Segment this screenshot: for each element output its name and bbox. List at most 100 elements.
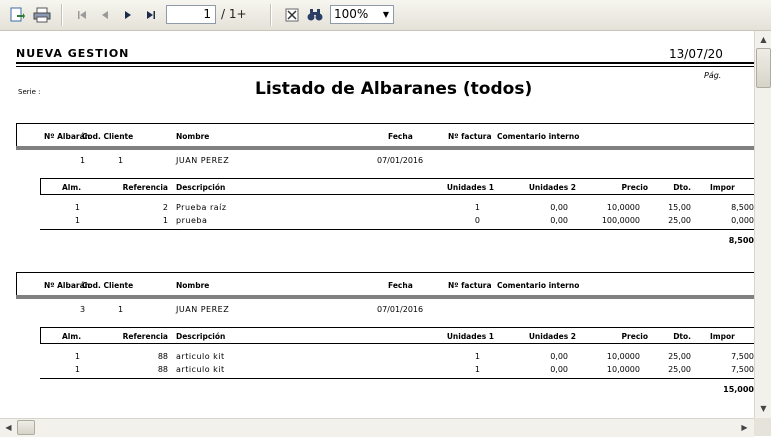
- header-bar: [16, 295, 754, 299]
- line-price: 10,0000: [606, 365, 640, 374]
- zoom-select[interactable]: 100% ▼: [330, 5, 394, 24]
- line-col-label: Impor: [710, 332, 735, 341]
- line-units2: 0,00: [550, 203, 568, 212]
- line-col-label: Dto.: [673, 183, 691, 192]
- export-icon[interactable]: [8, 6, 26, 24]
- line-units1: 1: [474, 365, 480, 374]
- report-page: NUEVA GESTION 13/07/20 Pág. Serie : List…: [0, 31, 754, 418]
- chevron-down-icon[interactable]: ▼: [379, 6, 393, 23]
- header-col-label: Comentario interno: [497, 132, 580, 141]
- client-code: 1: [118, 156, 124, 165]
- albaran-date: 07/01/2016: [377, 156, 424, 165]
- first-page-icon[interactable]: [73, 6, 91, 24]
- lines-bottom-rule: [40, 378, 754, 379]
- line-col-label: Unidades 2: [528, 183, 576, 192]
- albaran-number: 1: [80, 156, 86, 165]
- header-col-label: Nombre: [176, 132, 210, 141]
- vertical-scrollbar[interactable]: ▲ ▼: [754, 31, 771, 418]
- previous-page-icon[interactable]: [96, 6, 114, 24]
- line-col-label: Descripción: [176, 183, 226, 192]
- line-ref: 1: [162, 216, 168, 225]
- line-ref: 2: [162, 203, 168, 212]
- albaran-number: 3: [80, 305, 86, 314]
- header-left-rule: [16, 123, 17, 147]
- line-col-label: Referencia: [122, 332, 168, 341]
- lines-bottom-rule: [40, 229, 754, 230]
- albaran-total: 15,000: [723, 385, 754, 394]
- line-units2: 0,00: [550, 216, 568, 225]
- line-col-label: Unidades 2: [528, 332, 576, 341]
- horizontal-scrollbar[interactable]: ◀ ▶: [0, 418, 754, 437]
- header-col-label: Nº factura: [448, 132, 492, 141]
- client-name: JUAN PEREZ: [176, 156, 230, 165]
- scroll-right-icon[interactable]: ▶: [737, 420, 752, 435]
- line-alm: 1: [74, 352, 80, 361]
- next-page-icon[interactable]: [119, 6, 137, 24]
- page-total: / 1+: [221, 7, 247, 21]
- zoom-value: 100%: [334, 7, 369, 21]
- line-amount: 7,500: [731, 365, 754, 374]
- binoculars-icon[interactable]: [306, 6, 324, 24]
- line-alm: 1: [74, 365, 80, 374]
- header-rule: [16, 272, 754, 273]
- horizontal-scroll-thumb[interactable]: [17, 420, 35, 435]
- toolbar: 1 / 1+ 100% ▼: [0, 0, 771, 31]
- header-col-label: Cod. Cliente: [82, 281, 134, 290]
- line-col-label: Dto.: [673, 332, 691, 341]
- client-name: JUAN PEREZ: [176, 305, 230, 314]
- lines-top-rule: [40, 327, 754, 328]
- line-discount: 25,00: [668, 352, 691, 361]
- close-report-icon[interactable]: [283, 6, 301, 24]
- line-units2: 0,00: [550, 365, 568, 374]
- line-col-label: Unidades 1: [446, 332, 494, 341]
- header-col-label: Nombre: [176, 281, 210, 290]
- header-col-label: Comentario interno: [497, 281, 580, 290]
- scroll-up-icon[interactable]: ▲: [756, 32, 771, 47]
- line-discount: 25,00: [668, 365, 691, 374]
- line-amount: 0,000: [731, 216, 754, 225]
- lines-left-rule: [40, 327, 41, 344]
- page-number-input[interactable]: 1: [166, 5, 216, 24]
- line-col-label: Unidades 1: [446, 183, 494, 192]
- line-discount: 15,00: [668, 203, 691, 212]
- lines-header-rule: [40, 194, 754, 195]
- line-col-label: Referencia: [122, 183, 168, 192]
- last-page-icon[interactable]: [142, 6, 160, 24]
- albaran-date: 07/01/2016: [377, 305, 424, 314]
- albaran-total: 8,500: [728, 236, 754, 245]
- line-col-label: Descripción: [176, 332, 226, 341]
- serie-label: Serie :: [18, 88, 41, 96]
- lines-header-rule: [40, 343, 754, 344]
- line-units1: 1: [474, 203, 480, 212]
- line-price: 10,0000: [606, 203, 640, 212]
- scroll-left-icon[interactable]: ◀: [1, 420, 16, 435]
- line-desc: Prueba raíz: [176, 203, 227, 212]
- line-alm: 1: [74, 203, 80, 212]
- scroll-down-icon[interactable]: ▼: [756, 401, 771, 416]
- line-ref: 88: [157, 365, 168, 374]
- line-units1: 0: [474, 216, 480, 225]
- header-rule: [16, 123, 754, 124]
- line-ref: 88: [157, 352, 168, 361]
- line-col-label: Alm.: [62, 183, 82, 192]
- line-amount: 8,500: [731, 203, 754, 212]
- line-discount: 25,00: [668, 216, 691, 225]
- vertical-scroll-thumb[interactable]: [756, 48, 771, 88]
- line-desc: articulo kit: [176, 365, 225, 374]
- lines-left-rule: [40, 178, 41, 195]
- line-price: 10,0000: [606, 352, 640, 361]
- company-name: NUEVA GESTION: [16, 47, 130, 60]
- line-col-label: Alm.: [62, 332, 82, 341]
- page-label: Pág.: [704, 71, 722, 80]
- header-col-label: Fecha: [388, 132, 413, 141]
- line-desc: articulo kit: [176, 352, 225, 361]
- print-icon[interactable]: [33, 6, 51, 24]
- line-desc: prueba: [176, 216, 208, 225]
- header-left-rule: [16, 272, 17, 296]
- line-price: 100,0000: [601, 216, 640, 225]
- lines-top-rule: [40, 178, 754, 179]
- line-col-label: Impor: [710, 183, 735, 192]
- header-col-label: Cod. Cliente: [82, 132, 134, 141]
- line-units2: 0,00: [550, 352, 568, 361]
- line-units1: 1: [474, 352, 480, 361]
